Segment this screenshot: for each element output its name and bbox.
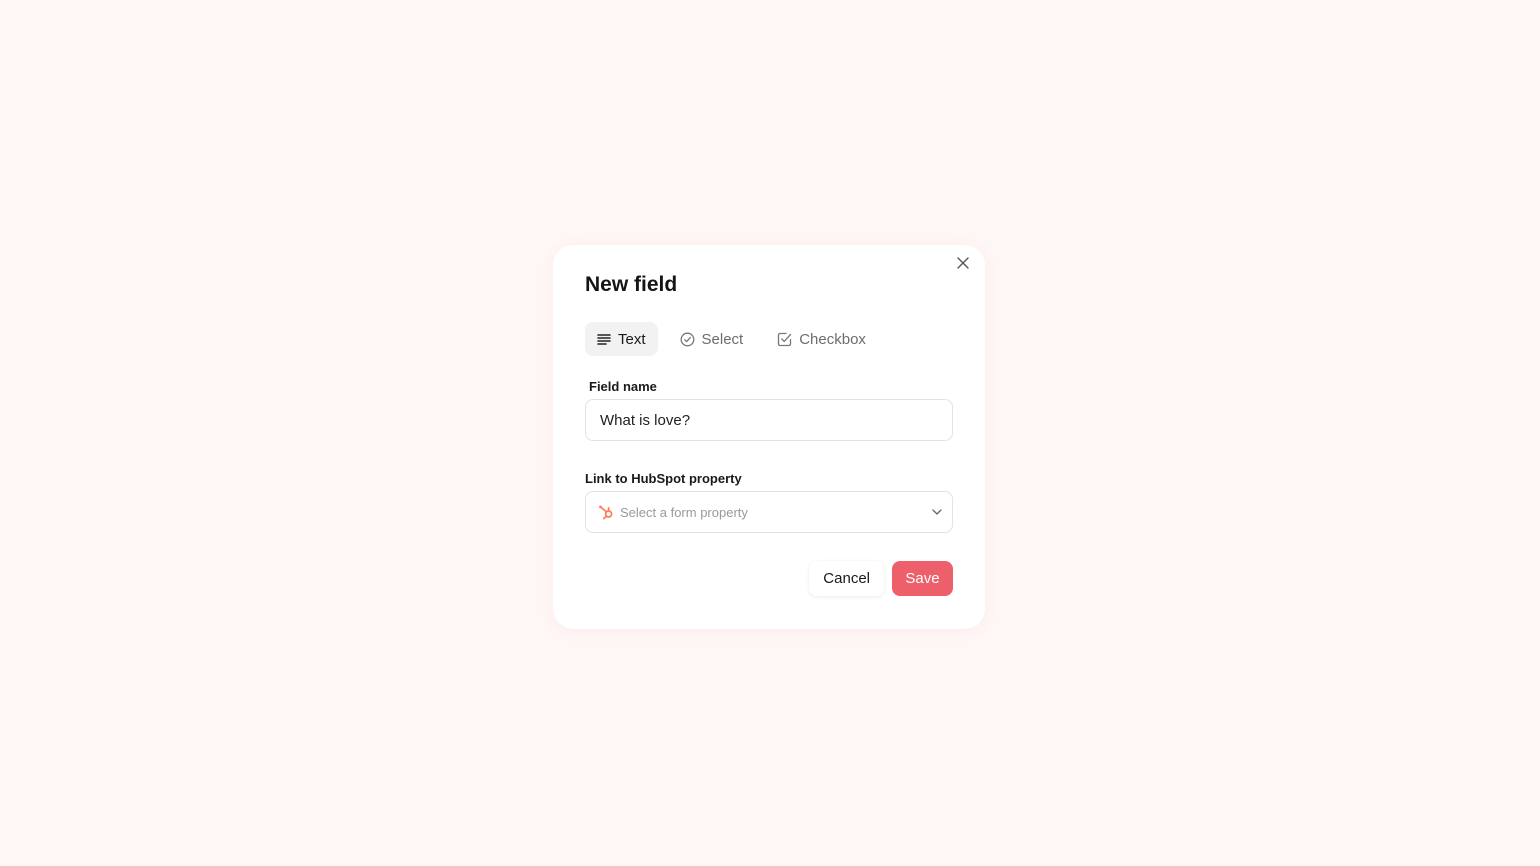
tab-select-label: Select: [701, 330, 744, 348]
field-name-label: Field name: [589, 379, 657, 394]
close-icon: [957, 257, 969, 269]
hubspot-property-select[interactable]: Select a form property: [585, 491, 953, 533]
tab-text-label: Text: [618, 330, 646, 348]
field-name-input[interactable]: [585, 399, 953, 441]
modal-title: New field: [585, 273, 678, 296]
tab-checkbox[interactable]: Checkbox: [765, 322, 878, 356]
tab-select[interactable]: Select: [668, 322, 756, 356]
cancel-button[interactable]: Cancel: [809, 561, 884, 596]
hubspot-select-placeholder: Select a form property: [620, 504, 748, 520]
check-circle-icon: [680, 332, 694, 346]
new-field-modal: New field Text Select Checkbox Field nam…: [553, 245, 985, 629]
save-button[interactable]: Save: [892, 561, 953, 596]
close-button[interactable]: [953, 253, 973, 273]
field-type-tabs: Text Select Checkbox: [585, 322, 878, 356]
chevron-down-icon: [932, 509, 942, 515]
checkbox-icon: [778, 332, 792, 346]
hubspot-link-label: Link to HubSpot property: [585, 471, 742, 486]
tab-text[interactable]: Text: [585, 322, 658, 356]
tab-checkbox-label: Checkbox: [799, 330, 866, 348]
text-lines-icon: [597, 334, 611, 345]
hubspot-icon: [599, 505, 613, 520]
modal-actions: Cancel Save: [809, 561, 953, 596]
